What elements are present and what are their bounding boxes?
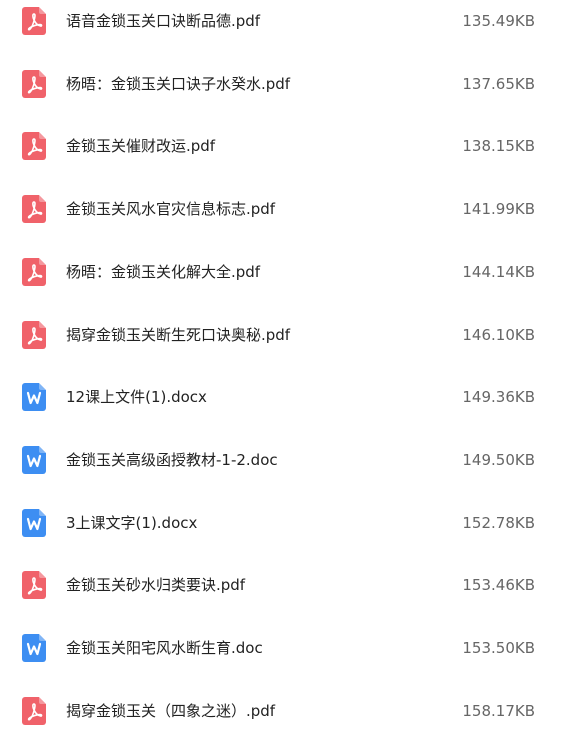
file-name: 杨晤：金锁玉关化解大全.pdf (66, 262, 261, 281)
pdf-file-icon (22, 7, 46, 35)
file-name: 金锁玉关砂水归类要诀.pdf (66, 576, 246, 595)
file-list: 语音金锁玉关口诀断品德.pdf 135.49KB 杨晤：金锁玉关口诀子水癸水.pdf… (0, 0, 570, 729)
file-size: 153.50KB (462, 639, 535, 657)
file-size: 135.49KB (462, 12, 535, 30)
file-size: 137.65KB (462, 74, 535, 93)
file-size: 149.36KB (462, 388, 535, 407)
file-name: 金锁玉关阳宅风水断生育.doc (66, 639, 263, 657)
file-row[interactable]: 金锁玉关阳宅风水断生育.doc 153.50KB (0, 623, 570, 673)
word-file-icon (22, 508, 46, 537)
file-row[interactable]: 金锁玉关砂水归类要诀.pdf 153.46KB (0, 560, 570, 610)
file-row[interactable]: 杨晤：金锁玉关口诀子水癸水.pdf 137.65KB (0, 59, 570, 109)
file-size: 146.10KB (462, 325, 535, 344)
file-row[interactable]: 揭穿金锁玉关断生死口诀奥秘.pdf 146.10KB (0, 310, 570, 360)
file-row[interactable]: 金锁玉关催财改运.pdf 138.15KB (0, 121, 570, 171)
file-row[interactable]: 语音金锁玉关口诀断品德.pdf 135.49KB (0, 0, 570, 46)
file-name: 语音金锁玉关口诀断品德.pdf (66, 12, 261, 30)
file-size: 149.50KB (462, 450, 535, 469)
pdf-file-icon (22, 696, 46, 725)
word-file-icon (22, 634, 46, 662)
file-size: 153.46KB (462, 576, 535, 595)
file-name: 12课上文件(1).docx (66, 388, 207, 407)
file-row[interactable]: 杨晤：金锁玉关化解大全.pdf 144.14KB (0, 247, 570, 297)
word-file-icon (22, 383, 46, 412)
file-row[interactable]: 3上课文字(1).docx 152.78KB (0, 498, 570, 548)
file-name: 揭穿金锁玉关（四象之迷）.pdf (66, 701, 276, 720)
pdf-file-icon (22, 320, 46, 349)
pdf-file-icon (22, 195, 46, 224)
file-size: 138.15KB (462, 137, 535, 156)
file-name: 金锁玉关高级函授教材-1-2.doc (66, 450, 278, 469)
file-row[interactable]: 12课上文件(1).docx 149.36KB (0, 372, 570, 422)
file-size: 144.14KB (462, 262, 535, 281)
file-name: 金锁玉关风水官灾信息标志.pdf (66, 200, 276, 219)
pdf-file-icon (22, 571, 46, 600)
pdf-file-icon (22, 69, 46, 98)
file-row[interactable]: 金锁玉关高级函授教材-1-2.doc 149.50KB (0, 435, 570, 485)
file-size: 141.99KB (462, 200, 535, 219)
file-name: 金锁玉关催财改运.pdf (66, 137, 216, 156)
word-file-icon (22, 445, 46, 474)
file-name: 揭穿金锁玉关断生死口诀奥秘.pdf (66, 325, 291, 344)
file-name: 杨晤：金锁玉关口诀子水癸水.pdf (66, 74, 291, 93)
file-size: 152.78KB (462, 513, 535, 532)
pdf-file-icon (22, 257, 46, 286)
file-size: 158.17KB (462, 701, 535, 720)
pdf-file-icon (22, 132, 46, 161)
file-name: 3上课文字(1).docx (66, 513, 198, 532)
file-row[interactable]: 金锁玉关风水官灾信息标志.pdf 141.99KB (0, 184, 570, 234)
file-row[interactable]: 揭穿金锁玉关（四象之迷）.pdf 158.17KB (0, 686, 570, 736)
